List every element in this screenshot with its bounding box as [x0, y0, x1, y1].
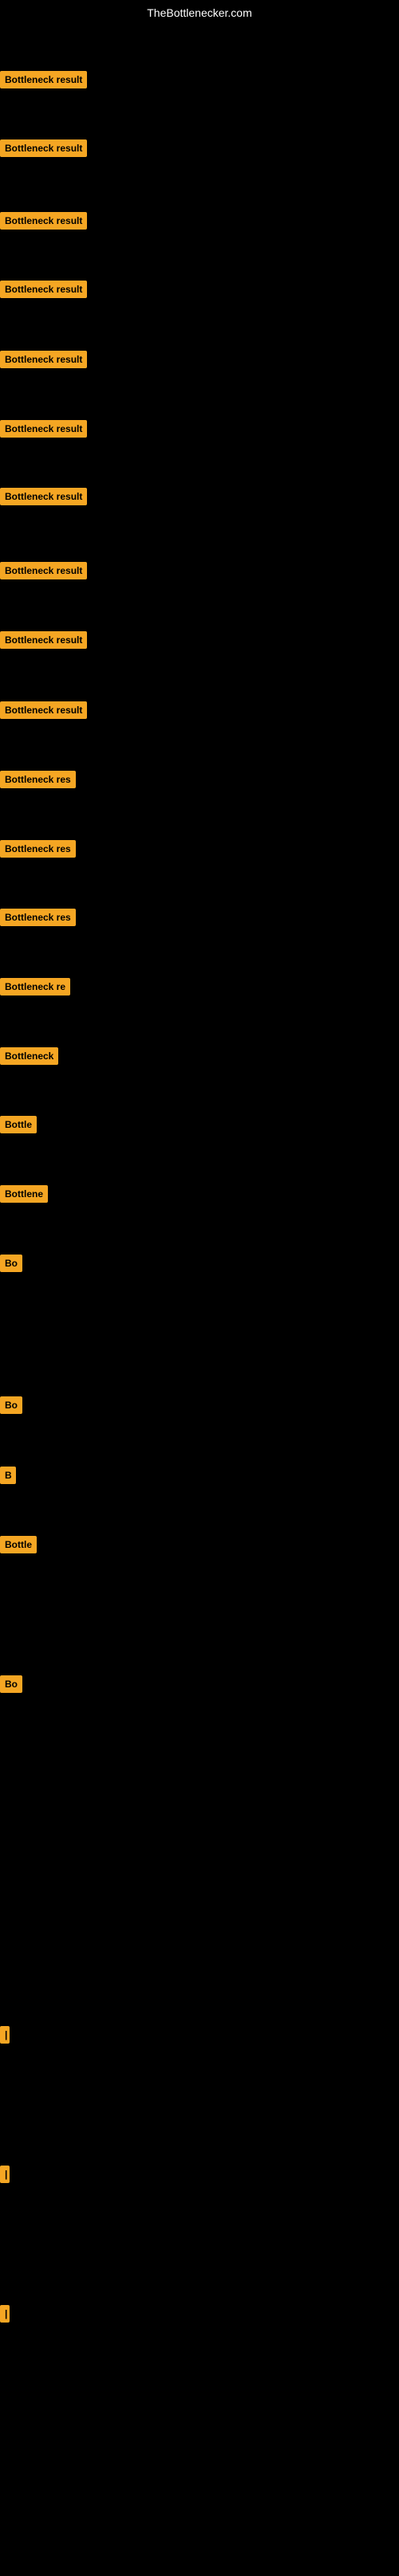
bottleneck-badge: |	[0, 2166, 10, 2183]
bottleneck-badge: Bottleneck result	[0, 281, 87, 298]
bottleneck-result-item[interactable]: Bottle	[0, 1116, 37, 1137]
bottleneck-badge: Bo	[0, 1396, 22, 1414]
bottleneck-result-item[interactable]: Bottle	[0, 1536, 37, 1557]
bottleneck-result-item[interactable]: Bottleneck result	[0, 631, 87, 653]
bottleneck-badge: Bottleneck	[0, 1047, 58, 1065]
bottleneck-badge: Bottleneck result	[0, 351, 87, 368]
bottleneck-badge: Bottleneck result	[0, 701, 87, 719]
bottleneck-result-item[interactable]: |	[0, 2305, 10, 2327]
bottleneck-result-item[interactable]: Bottleneck re	[0, 978, 70, 999]
bottleneck-badge: Bottleneck res	[0, 909, 76, 926]
bottleneck-result-item[interactable]: Bottleneck result	[0, 139, 87, 161]
bottleneck-result-item[interactable]: B	[0, 1467, 16, 1488]
bottleneck-result-item[interactable]: Bottleneck res	[0, 909, 76, 930]
bottleneck-result-item[interactable]: Bottleneck	[0, 1047, 58, 1069]
bottleneck-result-item[interactable]: Bottleneck res	[0, 771, 76, 792]
bottleneck-badge: Bottleneck res	[0, 840, 76, 858]
bottleneck-badge: Bottleneck res	[0, 771, 76, 788]
bottleneck-result-item[interactable]: Bottleneck result	[0, 420, 87, 442]
bottleneck-result-item[interactable]: Bottleneck result	[0, 71, 87, 92]
bottleneck-result-item[interactable]: Bottleneck result	[0, 562, 87, 583]
bottleneck-badge: B	[0, 1467, 16, 1484]
bottleneck-badge: Bottleneck result	[0, 562, 87, 579]
bottleneck-result-item[interactable]: Bo	[0, 1396, 22, 1418]
bottleneck-result-item[interactable]: Bottleneck res	[0, 840, 76, 862]
bottleneck-result-item[interactable]: Bottleneck result	[0, 488, 87, 509]
bottleneck-result-item[interactable]: |	[0, 2026, 10, 2048]
bottleneck-result-item[interactable]: Bottlene	[0, 1185, 48, 1207]
bottleneck-result-item[interactable]: |	[0, 2166, 10, 2187]
bottleneck-badge: Bottleneck result	[0, 71, 87, 88]
bottleneck-badge: Bottleneck result	[0, 139, 87, 157]
site-title: TheBottlenecker.com	[0, 0, 399, 26]
bottleneck-badge: |	[0, 2026, 10, 2044]
bottleneck-result-item[interactable]: Bottleneck result	[0, 701, 87, 723]
bottleneck-result-item[interactable]: Bo	[0, 1675, 22, 1697]
bottleneck-badge: Bo	[0, 1675, 22, 1693]
bottleneck-badge: Bottleneck result	[0, 488, 87, 505]
bottleneck-badge: Bottle	[0, 1116, 37, 1133]
bottleneck-badge: Bottleneck result	[0, 420, 87, 438]
bottleneck-badge: |	[0, 2305, 10, 2323]
bottleneck-result-item[interactable]: Bo	[0, 1255, 22, 1276]
bottleneck-badge: Bottleneck re	[0, 978, 70, 995]
bottleneck-badge: Bottlene	[0, 1185, 48, 1203]
bottleneck-badge: Bottleneck result	[0, 212, 87, 230]
bottleneck-badge: Bo	[0, 1255, 22, 1272]
bottleneck-result-item[interactable]: Bottleneck result	[0, 281, 87, 302]
bottleneck-result-item[interactable]: Bottleneck result	[0, 351, 87, 372]
bottleneck-result-item[interactable]: Bottleneck result	[0, 212, 87, 234]
bottleneck-badge: Bottle	[0, 1536, 37, 1553]
bottleneck-badge: Bottleneck result	[0, 631, 87, 649]
